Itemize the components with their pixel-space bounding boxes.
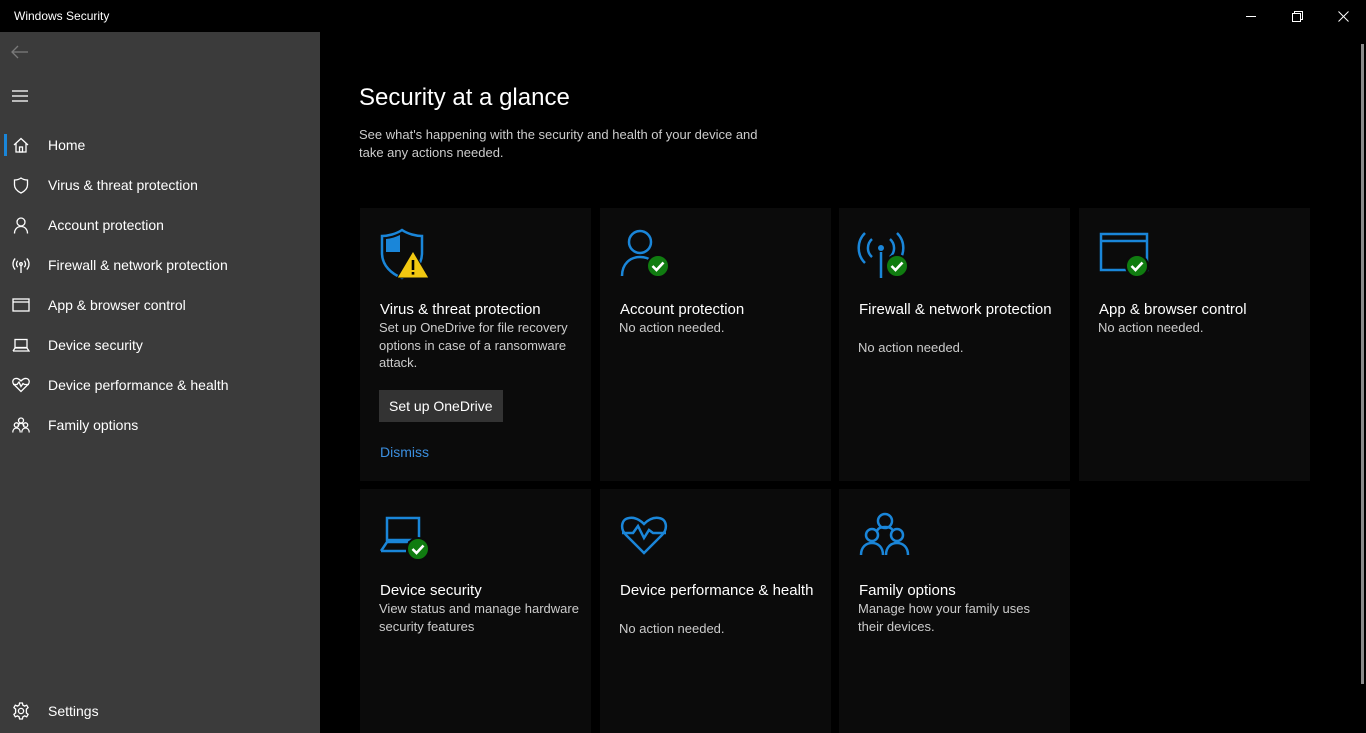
person-icon bbox=[1, 205, 41, 245]
tile-device-performance[interactable]: Device performance & health No action ne… bbox=[600, 489, 831, 733]
browser-ok-icon bbox=[1099, 232, 1149, 278]
browser-window-icon bbox=[1, 285, 41, 325]
tile-virus-threat[interactable]: Virus & threat protection Set up OneDriv… bbox=[360, 208, 591, 481]
tile-title: Virus & threat protection bbox=[380, 301, 541, 318]
close-button[interactable] bbox=[1320, 0, 1366, 32]
tile-title: Device security bbox=[380, 582, 482, 599]
sidebar: Home Virus & threat protection Account p… bbox=[0, 32, 320, 733]
restore-icon bbox=[1291, 10, 1303, 22]
tile-description: No action needed. bbox=[858, 340, 964, 355]
gear-icon bbox=[1, 691, 41, 731]
back-button[interactable] bbox=[0, 32, 40, 72]
laptop-ok-icon bbox=[379, 516, 430, 561]
tile-device-security[interactable]: Device security View status and manage h… bbox=[360, 489, 591, 733]
shield-warning-icon bbox=[380, 228, 430, 280]
tile-app-browser[interactable]: App & browser control No action needed. bbox=[1079, 208, 1310, 481]
tile-title: Firewall & network protection bbox=[859, 301, 1052, 318]
sidebar-item-account[interactable]: Account protection bbox=[0, 205, 320, 245]
sidebar-item-label: Account protection bbox=[48, 217, 164, 233]
sidebar-item-family[interactable]: Family options bbox=[0, 405, 320, 445]
minimize-button[interactable] bbox=[1228, 0, 1274, 32]
tile-title: App & browser control bbox=[1099, 301, 1247, 318]
sidebar-item-label: Family options bbox=[48, 417, 139, 433]
heart-icon bbox=[1, 365, 41, 405]
sidebar-nav: Home Virus & threat protection Account p… bbox=[0, 125, 320, 445]
main-content: Security at a glance See what's happenin… bbox=[320, 32, 1366, 733]
sidebar-item-label: Firewall & network protection bbox=[48, 257, 228, 273]
tile-description: No action needed. bbox=[619, 320, 725, 335]
tile-description: No action needed. bbox=[1098, 320, 1204, 335]
sidebar-item-firewall[interactable]: Firewall & network protection bbox=[0, 245, 320, 285]
title-bar: Windows Security bbox=[0, 0, 1366, 32]
tile-family-options[interactable]: Family options Manage how your family us… bbox=[839, 489, 1070, 733]
sidebar-item-virus-threat[interactable]: Virus & threat protection bbox=[0, 165, 320, 205]
window-title: Windows Security bbox=[14, 9, 110, 23]
close-icon bbox=[1337, 10, 1349, 22]
tile-account-protection[interactable]: Account protection No action needed. bbox=[600, 208, 831, 481]
page-title: Security at a glance bbox=[359, 84, 570, 111]
tile-title: Family options bbox=[859, 582, 956, 599]
tile-description: Manage how your family uses their device… bbox=[858, 601, 1030, 634]
family-icon bbox=[859, 512, 910, 556]
antenna-icon bbox=[1, 245, 41, 285]
dismiss-link[interactable]: Dismiss bbox=[380, 444, 429, 460]
tile-title: Device performance & health bbox=[620, 582, 814, 599]
hamburger-icon bbox=[12, 90, 28, 102]
sidebar-item-label: Virus & threat protection bbox=[48, 177, 198, 193]
laptop-icon bbox=[1, 325, 41, 365]
back-arrow-icon bbox=[11, 45, 28, 59]
tile-firewall[interactable]: Firewall & network protection No action … bbox=[839, 208, 1070, 481]
sidebar-item-device-security[interactable]: Device security bbox=[0, 325, 320, 365]
sidebar-item-settings[interactable]: Settings bbox=[0, 691, 320, 731]
page-description: See what's happening with the security a… bbox=[359, 127, 758, 160]
hamburger-menu-button[interactable] bbox=[0, 76, 40, 116]
sidebar-item-label: Device performance & health bbox=[48, 377, 229, 393]
shield-icon bbox=[1, 165, 41, 205]
tile-description: Set up OneDrive for file recovery option… bbox=[379, 320, 568, 370]
tile-title: Account protection bbox=[620, 301, 745, 318]
sidebar-item-label: App & browser control bbox=[48, 297, 186, 313]
sidebar-item-app-browser[interactable]: App & browser control bbox=[0, 285, 320, 325]
setup-onedrive-button[interactable]: Set up OneDrive bbox=[379, 390, 503, 422]
minimize-icon bbox=[1246, 16, 1256, 17]
sidebar-item-device-performance[interactable]: Device performance & health bbox=[0, 365, 320, 405]
sidebar-item-label: Settings bbox=[48, 703, 99, 719]
vertical-scrollbar[interactable] bbox=[1361, 44, 1364, 684]
tile-description: No action needed. bbox=[619, 621, 725, 636]
tile-description: View status and manage hardware security… bbox=[379, 601, 579, 634]
sidebar-item-label: Device security bbox=[48, 337, 143, 353]
heart-pulse-icon bbox=[620, 516, 668, 555]
family-icon bbox=[1, 405, 41, 445]
antenna-ok-icon bbox=[857, 232, 909, 278]
account-ok-icon bbox=[620, 229, 670, 278]
restore-button[interactable] bbox=[1274, 0, 1320, 32]
sidebar-item-home[interactable]: Home bbox=[0, 125, 320, 165]
sidebar-item-label: Home bbox=[48, 137, 86, 153]
home-icon bbox=[1, 125, 41, 165]
